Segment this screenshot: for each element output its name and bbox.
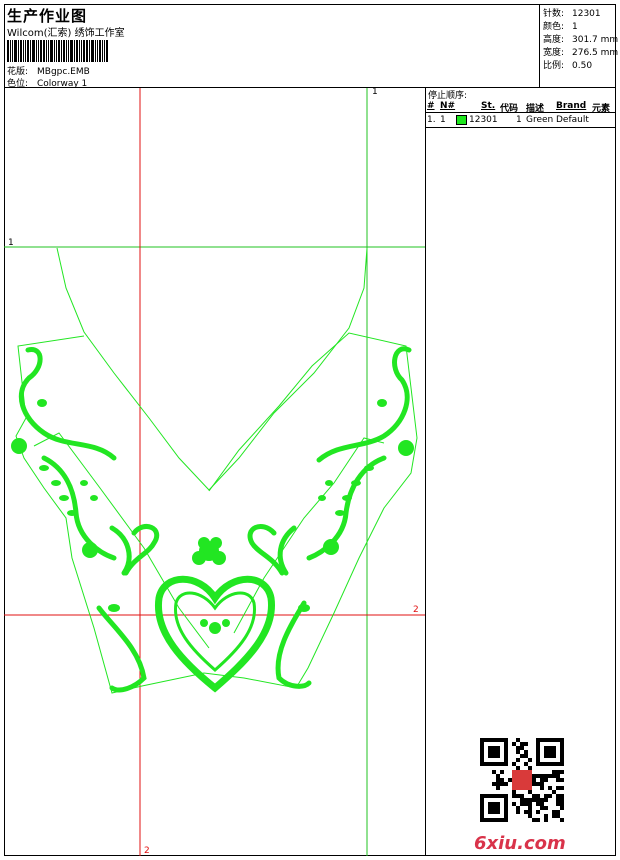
reference-label-right: 2 [413,605,419,615]
qr-code [480,738,564,822]
left-curl [109,525,132,576]
sheet-header: 生产作业图 Wilcom(汇索) 绣饰工作室 花版: MBgpc.EMB 色位: C… [4,4,619,89]
row-brand: Default [556,115,589,125]
stat-width: 宽度: 276.5 mm [543,48,619,58]
col-code[interactable]: 代码 [500,101,518,114]
table-row[interactable]: 1. 1 12301 1 Green Default [426,115,616,128]
row-code: 1 [516,115,522,125]
flower-right-mid [323,539,339,555]
embroidery-motifs [18,346,412,693]
stat-height: 高度: 301.7 mm [543,35,619,45]
left-lower-scroll [96,605,147,693]
design-stats: 针数: 12301 颜色: 1 高度: 301.7 mm 宽度: 276.5 mm 比例… [541,4,619,87]
stat-colors: 颜色: 1 [543,22,578,32]
right-scroll [316,346,412,463]
row-num: 1. [427,115,436,125]
col-brand[interactable]: Brand [556,101,586,111]
flower-left-top [11,438,27,454]
watermark-logo: 6xiu.com [474,833,566,854]
right-curl [277,525,297,576]
leaf-clusters [37,399,387,612]
flower-left-mid [82,542,98,558]
left-scroll [18,347,117,461]
guide-label-left: 1 [8,238,14,248]
right-center-curl [247,524,285,576]
sheet-title: 生产作业图 [7,7,88,25]
col-stitches[interactable]: St. [481,101,495,111]
header-info: 生产作业图 Wilcom(汇索) 绣饰工作室 花版: MBgpc.EMB 色位: C… [4,4,540,89]
left-vine [41,455,117,561]
col-element[interactable]: 元素 [592,101,610,114]
embroidery-preview [4,88,425,856]
row-n: 1 [440,115,446,125]
right-vine [306,455,387,561]
stop-sequence-panel: 停止顺序: # N# St. 代码 描述 Brand 元素 1. 1 12301… [426,88,616,856]
barcode [7,40,119,62]
col-n[interactable]: N# [440,101,455,111]
heart-center-flower [209,622,221,634]
design-canvas[interactable]: 1 1 2 2 [4,88,426,856]
col-num[interactable]: # [427,101,435,111]
col-description[interactable]: 描述 [526,101,544,114]
guide-label-top: 1 [372,88,378,97]
stop-sequence-header: # N# St. 代码 描述 Brand 元素 [426,100,616,114]
company-name: Wilcom(汇索) 绣饰工作室 [7,28,125,39]
reference-label-bottom: 2 [144,846,150,856]
row-description: Green [526,115,554,125]
stat-stitches: 针数: 12301 [543,9,601,19]
flower-right-top [398,440,414,456]
thread-color-swatch [456,115,467,125]
stat-scale: 比例: 0.50 [543,61,593,71]
row-stitches: 12301 [469,115,498,125]
